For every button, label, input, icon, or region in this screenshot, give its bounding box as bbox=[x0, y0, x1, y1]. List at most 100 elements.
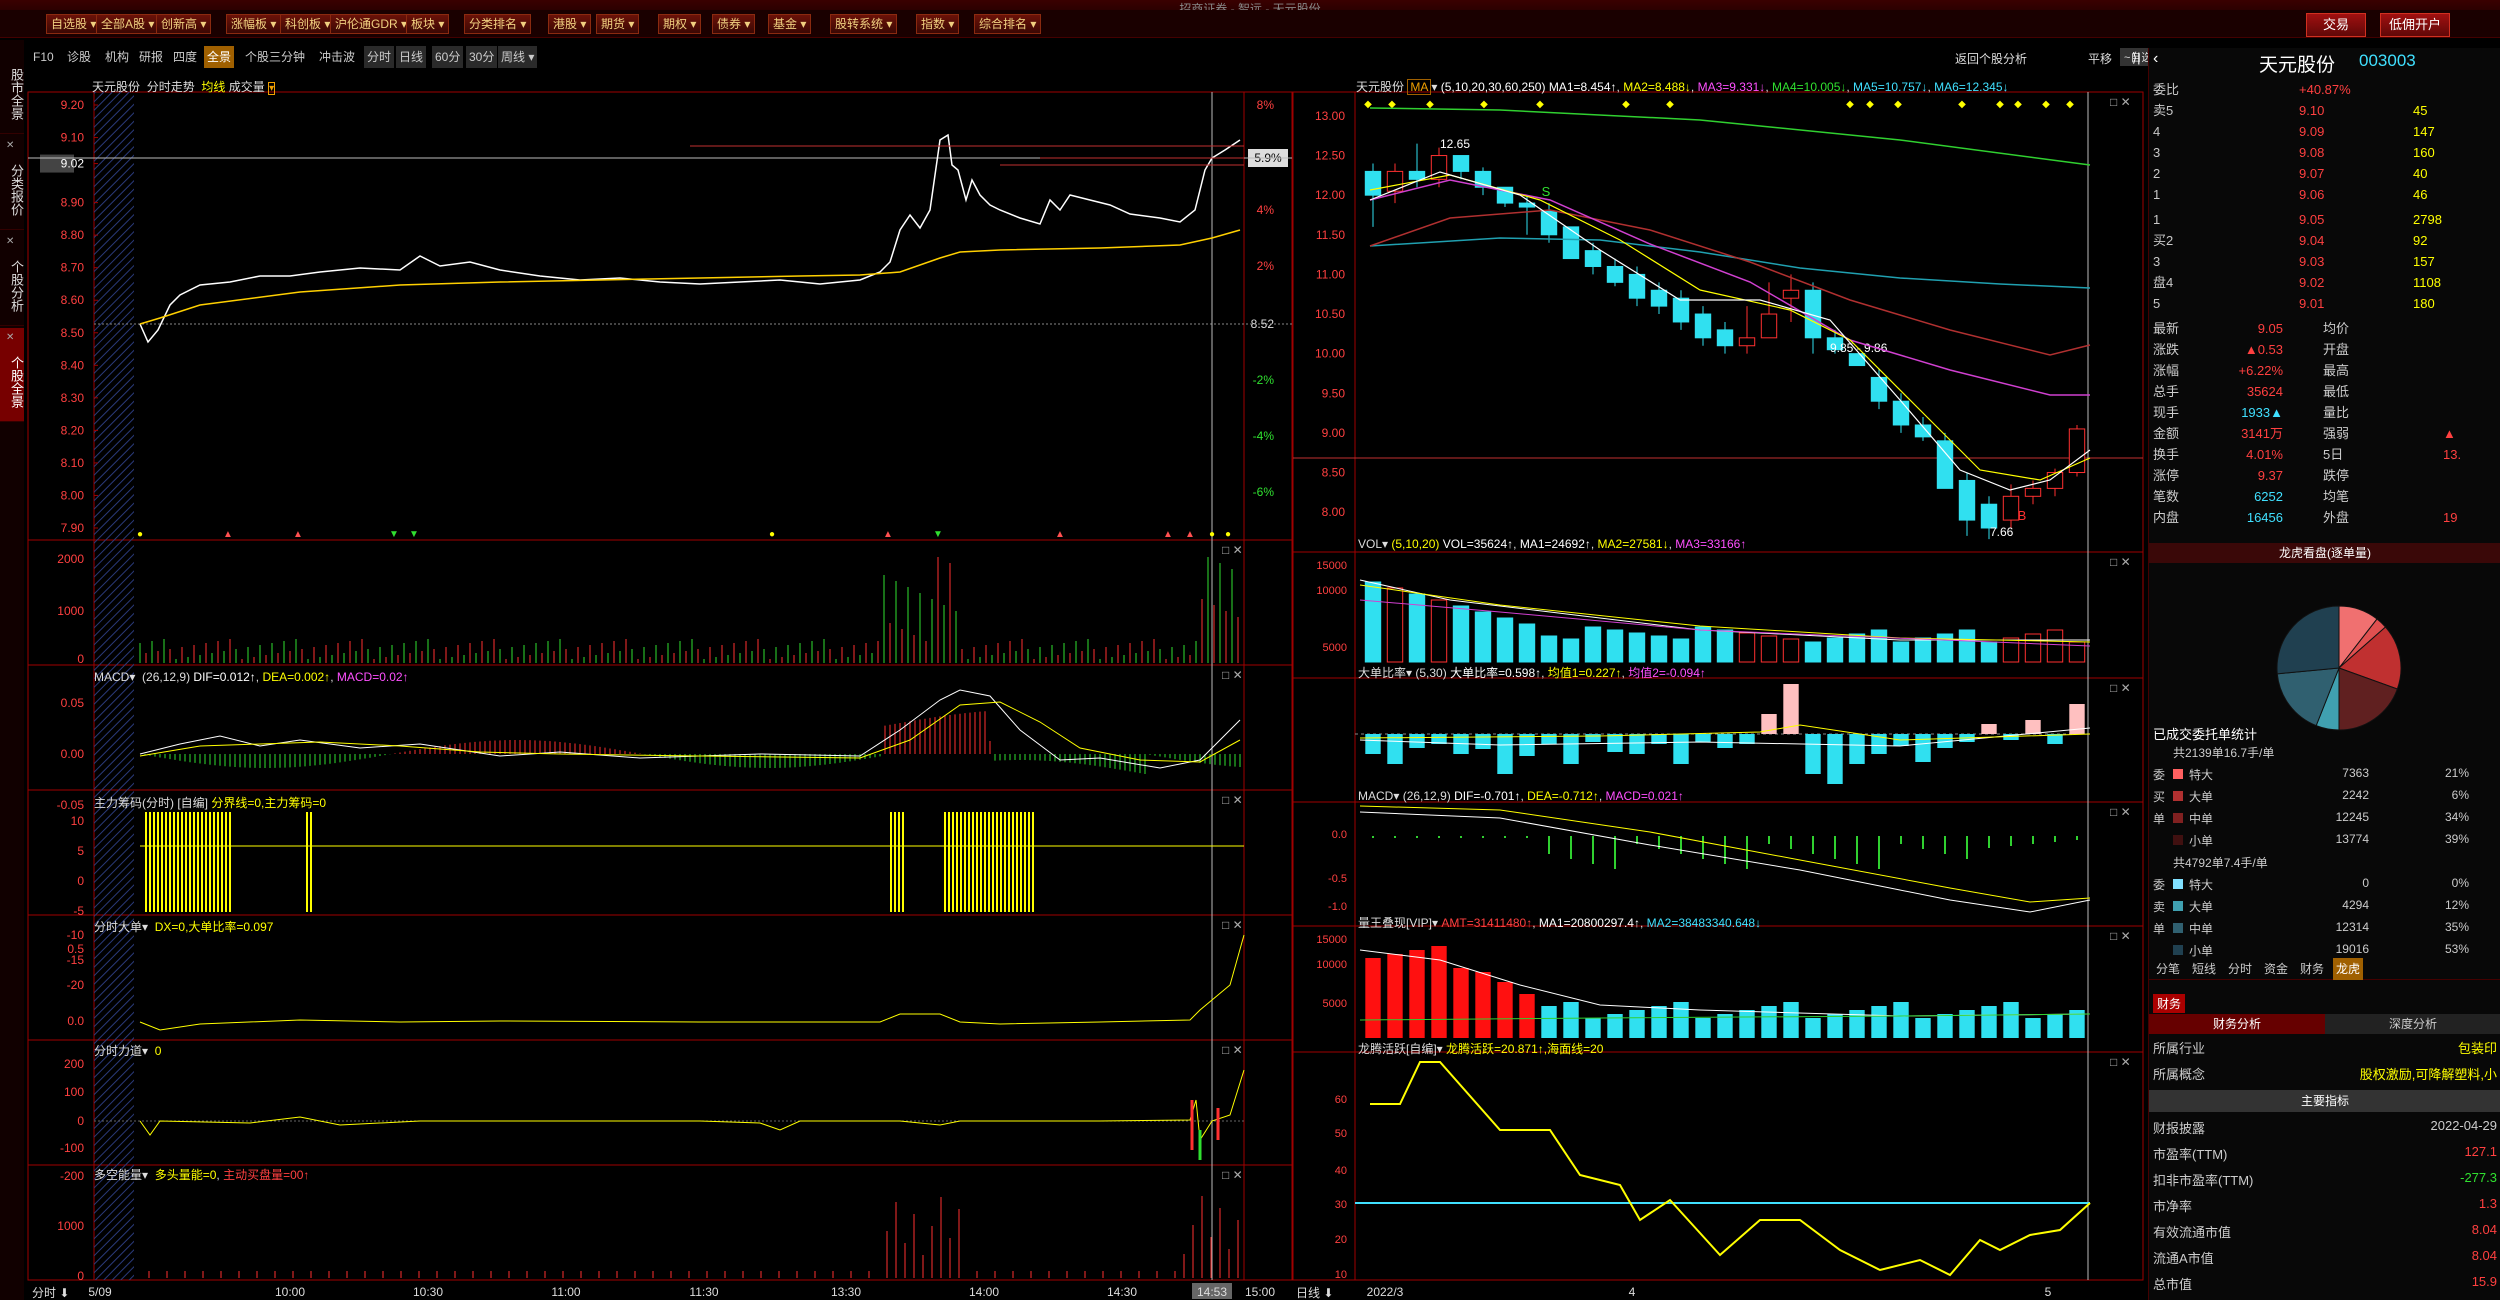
indicator-params: (26,12,9) bbox=[142, 670, 191, 684]
row-price: 9.08 bbox=[2299, 145, 2325, 160]
finance-label: 市净率 bbox=[2153, 1199, 2193, 1214]
quote-tab-2[interactable]: 分时 bbox=[2225, 958, 2255, 980]
finance-label: 有效流通市值 bbox=[2153, 1225, 2232, 1240]
ddbl-bar bbox=[1827, 734, 1843, 784]
time-mode-label[interactable]: 分时 ⬇ bbox=[32, 1284, 69, 1300]
time-tick: 14:30 bbox=[1107, 1285, 1137, 1299]
indicator-name[interactable]: 大单比率 bbox=[1358, 666, 1406, 680]
back-icon[interactable]: ‹ bbox=[2153, 50, 2158, 68]
stat-row: 现手 1933▲ 量比 bbox=[2153, 403, 2500, 423]
price-tick: 8.50 bbox=[61, 326, 85, 340]
date-mode-label[interactable]: 日线 ⬇ bbox=[1296, 1284, 1333, 1300]
stat-cell-1: 9.05 bbox=[2257, 321, 2283, 336]
fsld-label: 分时力道▾ 0 bbox=[94, 1044, 162, 1058]
dropdown-icon[interactable]: ▾ bbox=[268, 82, 276, 95]
event-marker: ▼ bbox=[389, 529, 399, 540]
stat-row: 涨停 9.37 跌停 bbox=[2153, 466, 2500, 486]
candle-body bbox=[1760, 313, 1778, 339]
trade-button[interactable]: 交易 bbox=[2306, 13, 2366, 37]
zlcm-bar bbox=[944, 812, 946, 912]
indicator-name[interactable]: 分时大单 bbox=[94, 920, 142, 934]
event-marker: ▲ bbox=[1055, 529, 1065, 540]
indicator-name[interactable]: 量王叠现[VIP] bbox=[1358, 916, 1432, 930]
lwsx-bar bbox=[1497, 982, 1513, 1038]
deep-analysis-tab[interactable]: 深度分析 bbox=[2325, 1014, 2500, 1034]
stat-row: 总手 35624 最低 bbox=[2153, 382, 2500, 402]
row-price: 9.01 bbox=[2299, 296, 2325, 311]
zlcm-tick: 10 bbox=[71, 814, 85, 828]
price-tick: 8.60 bbox=[61, 293, 85, 307]
date-tick: 2022/3 bbox=[1367, 1285, 1404, 1299]
ma-select[interactable]: MA bbox=[1407, 79, 1432, 95]
macd-value: MACD=0.02↑ bbox=[336, 670, 409, 684]
ma2-value: MA2=8.488↓ bbox=[1623, 80, 1691, 94]
macd-dif: DIF=0.012↑ bbox=[193, 670, 256, 684]
price-tick: 7.90 bbox=[61, 521, 85, 535]
finance-label: 市盈率(TTM) bbox=[2153, 1147, 2228, 1162]
entrust-head-buy: 共2139单16.7手/单 bbox=[2173, 746, 2275, 760]
panel-close-icon: □ ✕ bbox=[1222, 668, 1243, 682]
finance-analysis-tab[interactable]: 财务分析 bbox=[2149, 1014, 2325, 1034]
time-tick: 10:30 bbox=[413, 1285, 443, 1299]
row-volume: 147 bbox=[2413, 124, 2435, 139]
entrust-value: 0 bbox=[2362, 876, 2369, 890]
date-tick: 5 bbox=[2045, 1285, 2052, 1299]
indicator-values: DX=0,大单比率=0.097 bbox=[154, 920, 274, 934]
entrust-side: 委 bbox=[2153, 878, 2166, 892]
zlcm-bar bbox=[173, 812, 175, 912]
lwsx-label: 量王叠现[VIP]▾ AMT=31411480↑, MA1=20800297.4… bbox=[1358, 916, 1762, 930]
entrust-swatch bbox=[2173, 923, 2183, 933]
vol-tick: 1000 bbox=[57, 604, 84, 618]
indicator-name[interactable]: 主力筹码(分时) bbox=[94, 796, 174, 810]
zlcm-bar bbox=[948, 812, 950, 912]
ddbl-bar bbox=[2025, 720, 2041, 734]
indicator-name[interactable]: 多空能量 bbox=[94, 1168, 142, 1182]
stat-cell-3: 19 bbox=[2443, 510, 2458, 525]
lths-line bbox=[1370, 1061, 2091, 1277]
lths-tick: 60 bbox=[1335, 1094, 1347, 1106]
quote-tab-4[interactable]: 财务 bbox=[2297, 958, 2327, 980]
pct-tick: 8% bbox=[1257, 98, 1275, 112]
ddbl-bar bbox=[1541, 734, 1557, 744]
vol-tick: 2000 bbox=[57, 552, 84, 566]
lwsx-bar bbox=[1365, 958, 1381, 1038]
ma20-line bbox=[1369, 179, 2090, 396]
quote-row: 3 9.03 157 bbox=[2153, 252, 2500, 272]
indicator-name[interactable]: MACD bbox=[1358, 789, 1393, 803]
zlcm-bar bbox=[205, 812, 207, 912]
indicator-name[interactable]: 龙腾活跃[自编] bbox=[1358, 1042, 1437, 1056]
kline-price-tick: 13.00 bbox=[1315, 109, 1345, 123]
event-marker: ● bbox=[1225, 529, 1231, 540]
quote-tab-3[interactable]: 资金 bbox=[2261, 958, 2291, 980]
finance-value: -277.3 bbox=[2460, 1170, 2497, 1185]
quote-tab-5[interactable]: 龙虎 bbox=[2333, 958, 2364, 980]
kvol-bar bbox=[1760, 635, 1778, 663]
stat-cell-1: +6.22% bbox=[2238, 363, 2283, 378]
row-label: 买2 bbox=[2153, 233, 2174, 248]
indicator-name[interactable]: VOL bbox=[1358, 537, 1382, 551]
open-account-button[interactable]: 低佣开户 bbox=[2380, 13, 2450, 37]
finance-tab[interactable]: 财务 bbox=[2153, 994, 2186, 1013]
pre-market-area bbox=[94, 92, 134, 1280]
high-label: 12.65 bbox=[1440, 137, 1470, 151]
kvol-bar bbox=[1738, 632, 1756, 663]
stat-cell-3: ▲ bbox=[2443, 426, 2456, 441]
indicator-name[interactable]: MACD bbox=[94, 670, 129, 684]
row-label: 1 bbox=[2153, 187, 2161, 202]
kvol-bar bbox=[1694, 626, 1712, 663]
kvol-bar bbox=[1496, 617, 1514, 663]
stat-row: 笔数 6252 均笔 bbox=[2153, 487, 2500, 507]
entrust-side: 单 bbox=[2153, 812, 2166, 826]
intraday-chart[interactable]: □ ✕ □ ✕ □ ✕ □ ✕ □ ✕ □ ✕ 9.20 9.10 9.02 8.90 8.80 8.… bbox=[27, 91, 1293, 1299]
kline-chart[interactable]: □ ✕ □ ✕ □ ✕ □ ✕ □ ✕ □ ✕ 13.00 12.50 12.00 11.50 11… bbox=[1292, 91, 2144, 1299]
stat-cell-2: 量比 bbox=[2323, 405, 2350, 420]
quote-tab-0[interactable]: 分笔 bbox=[2153, 958, 2183, 980]
entrust-side: 卖 bbox=[2153, 900, 2166, 914]
indicator-name[interactable]: 分时力道 bbox=[94, 1044, 142, 1058]
entrust-name: 小单 bbox=[2189, 834, 2214, 848]
entrust-head-sell: 共4792单7.4手/单 bbox=[2173, 856, 2268, 870]
lwsx-bar bbox=[1937, 1014, 1953, 1038]
quote-tab-1[interactable]: 短线 bbox=[2189, 958, 2219, 980]
kvol-bar bbox=[1364, 581, 1382, 663]
zlcm-bar bbox=[1028, 812, 1030, 912]
